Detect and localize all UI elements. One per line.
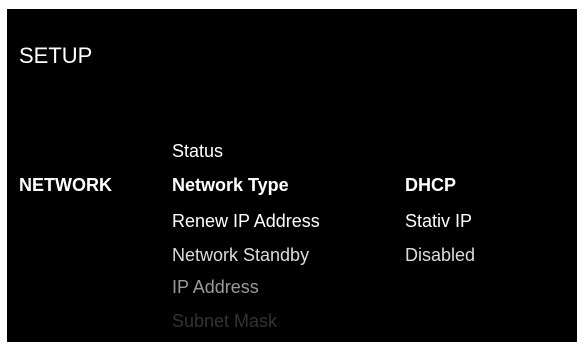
section-label-network: NETWORK (19, 175, 112, 195)
menu-item-network-type[interactable]: Network Type (172, 175, 289, 196)
menu-item-status[interactable]: Status (172, 141, 223, 162)
menu-item-renew-ip-address[interactable]: Renew IP Address (172, 211, 320, 232)
network-standby-value: Disabled (405, 245, 476, 265)
page-title: SETUP (19, 43, 93, 68)
menu-item-ip-address[interactable]: IP Address (172, 277, 259, 298)
network-type-option-dhcp[interactable]: DHCP (405, 175, 456, 196)
setup-screen: SETUP NETWORK Status Network Type Renew … (7, 9, 577, 342)
menu-item-subnet-mask[interactable]: Subnet Mask (172, 311, 277, 332)
network-type-option-static-ip[interactable]: Stativ IP (405, 211, 472, 232)
menu-item-network-standby[interactable]: Network Standby (172, 245, 309, 266)
